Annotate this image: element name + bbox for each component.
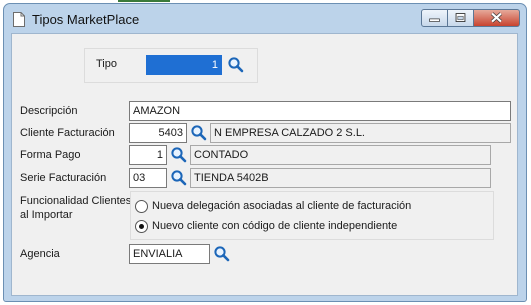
background-strip [0, 0, 531, 2]
descripcion-label: Descripción [20, 105, 78, 117]
radio-nuevo-cliente-label[interactable]: Nuevo cliente con código de cliente inde… [152, 220, 397, 232]
window-title: Tipos MarketPlace [32, 12, 140, 27]
search-icon[interactable] [227, 56, 245, 74]
background-mark [118, 0, 170, 2]
serie-facturacion-code-input[interactable]: 03 [129, 168, 167, 188]
tipo-input[interactable]: 1 [146, 55, 222, 75]
minimize-button[interactable] [421, 9, 448, 27]
forma-pago-name: CONTADO [190, 145, 491, 165]
search-icon[interactable] [213, 245, 231, 263]
close-icon [490, 12, 503, 23]
forma-pago-label: Forma Pago [20, 149, 81, 161]
funcionalidad-label-line2: al Importar [20, 209, 73, 221]
descripcion-input[interactable]: AMAZON [129, 101, 511, 121]
maximize-button[interactable] [448, 9, 474, 27]
search-icon[interactable] [190, 124, 208, 142]
forma-pago-code-input[interactable]: 1 [129, 145, 167, 165]
maximize-icon [455, 13, 466, 22]
agencia-label: Agencia [20, 248, 60, 260]
funcionalidad-label-line1: Funcionalidad Clientes [20, 195, 132, 207]
minimize-icon [429, 18, 440, 22]
form-panel: Tipo 1 Descripción AMAZON Cliente Factur… [11, 33, 518, 296]
radio-nueva-delegacion[interactable] [135, 200, 148, 213]
agencia-input[interactable]: ENVIALIA [129, 244, 210, 264]
title-bar[interactable]: Tipos MarketPlace [4, 4, 526, 34]
serie-facturacion-name: TIENDA 5402B [190, 168, 491, 188]
radio-nueva-delegacion-label[interactable]: Nueva delegación asociadas al cliente de… [152, 200, 411, 212]
cliente-facturacion-name: N EMPRESA CALZADO 2 S.L. [210, 123, 511, 143]
search-icon[interactable] [170, 169, 188, 187]
serie-facturacion-label: Serie Facturación [20, 172, 107, 184]
document-icon [13, 12, 25, 27]
cliente-facturacion-code-input[interactable]: 5403 [129, 123, 187, 143]
funcionalidad-group [130, 191, 494, 240]
cliente-facturacion-label: Cliente Facturación [20, 127, 115, 139]
close-button[interactable] [474, 9, 520, 27]
dialog-window: Tipos MarketPlace Tipo 1 Descripción AMA… [3, 3, 527, 302]
tipo-label: Tipo [96, 58, 117, 70]
radio-nuevo-cliente[interactable] [135, 220, 148, 233]
search-icon[interactable] [170, 146, 188, 164]
